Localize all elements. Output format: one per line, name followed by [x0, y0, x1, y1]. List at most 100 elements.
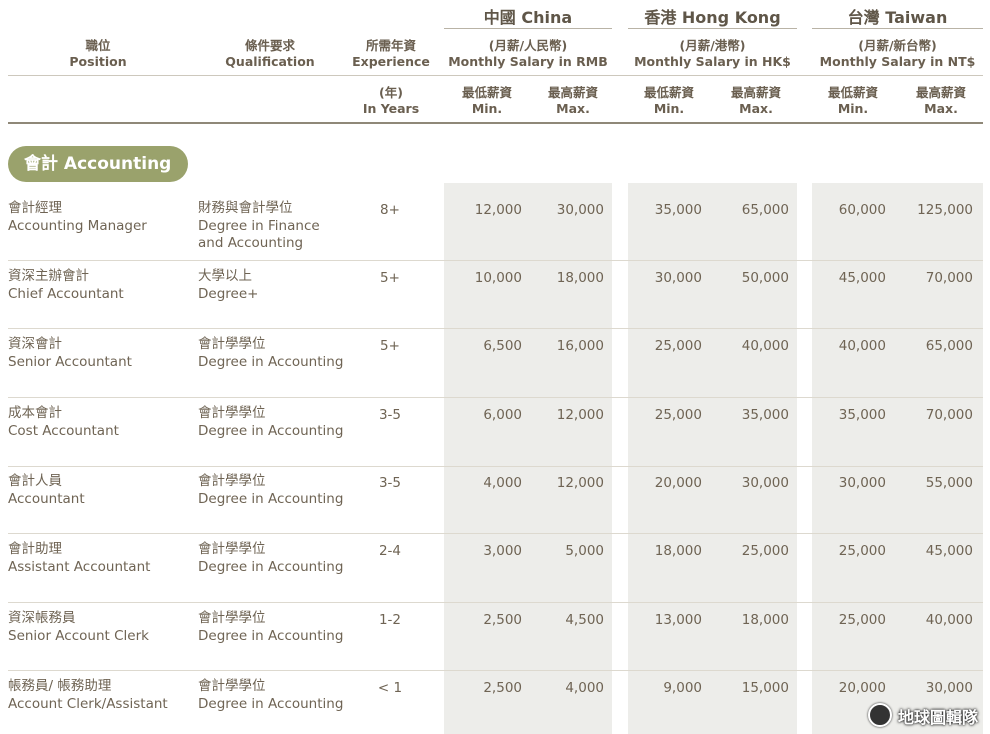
hongkong-column-band: [628, 183, 797, 734]
position-zh: 帳務員/ 帳務助理: [8, 678, 112, 694]
header-bottom-rule: [8, 122, 983, 124]
position-zh: 資深主辦會計: [8, 268, 89, 284]
max-label-en: Max.: [924, 101, 958, 116]
min-label-zh: 最低薪資: [827, 85, 878, 100]
experience-years: 2-4: [378, 543, 402, 559]
salary-cn-min: 2,500: [483, 612, 522, 628]
header-hongkong-salary: (月薪/港幣) Monthly Salary in HK$: [628, 38, 797, 70]
header-experience-zh: 所需年資: [365, 38, 416, 53]
position-en: Cost Accountant: [8, 423, 119, 439]
salary-cn-min: 6,500: [483, 338, 522, 354]
position-en: Senior Account Clerk: [8, 628, 149, 644]
row-separator: [8, 533, 983, 534]
qualification-zh: 會計學學位: [198, 336, 266, 352]
experience-years: 5+: [380, 338, 400, 354]
qualification-en: Degree in Finance and Accounting: [198, 218, 320, 251]
salary-hk-min: 30,000: [654, 270, 702, 286]
salary-hk-max: 35,000: [741, 407, 789, 423]
salary-cn-max: 5,000: [565, 543, 604, 559]
header-taiwan-min: 最低薪資 Min.: [818, 85, 888, 117]
row-separator: [8, 466, 983, 467]
header-qualification: 條件要求 Qualification: [210, 38, 330, 70]
experience-years: 5+: [380, 270, 400, 286]
salary-hk-max: 40,000: [741, 338, 789, 354]
position-zh: 資深帳務員: [8, 610, 76, 626]
salary-hk-max: 65,000: [741, 202, 789, 218]
salary-hk-max: 15,000: [741, 680, 789, 696]
qualification-en: Degree+: [198, 286, 259, 302]
salary-cn-max: 30,000: [556, 202, 604, 218]
qualification-en: Degree in Accounting: [198, 559, 344, 575]
salary-hk-min: 9,000: [663, 680, 702, 696]
qualification-zh: 大學以上: [198, 268, 252, 284]
header-china-salary-zh: (月薪/人民幣): [488, 38, 568, 53]
qualification-zh: 會計學學位: [198, 678, 266, 694]
min-label-en: Min.: [653, 101, 685, 116]
watermark-text: 地球圖輯隊: [897, 708, 978, 727]
region-china: 中國 China: [444, 4, 612, 29]
header-experience: 所需年資 Experience: [346, 38, 436, 70]
salary-tw-max: 125,000: [917, 202, 973, 218]
salary-hk-min: 13,000: [654, 612, 702, 628]
salary-tw-max: 70,000: [925, 270, 973, 286]
header-taiwan-salary-zh: (月薪/新台幣): [858, 38, 937, 53]
salary-tw-min: 60,000: [838, 202, 886, 218]
salary-cn-max: 4,000: [565, 680, 604, 696]
salary-hk-max: 25,000: [741, 543, 789, 559]
header-china-max: 最高薪資 Max.: [538, 85, 608, 117]
qualification-en: Degree in Accounting: [198, 423, 344, 439]
position-zh: 資深會計: [8, 336, 62, 352]
salary-tw-max: 55,000: [925, 475, 973, 491]
row-separator: [8, 397, 983, 398]
min-label-zh: 最低薪資: [461, 85, 512, 100]
salary-cn-min: 2,500: [483, 680, 522, 696]
position-en: Account Clerk/Assistant: [8, 696, 168, 712]
header-hongkong-salary-en: Monthly Salary in HK$: [634, 54, 791, 69]
header-position-zh: 職位: [85, 38, 111, 53]
qualification-en: Degree in Accounting: [198, 491, 344, 507]
salary-hk-max: 50,000: [741, 270, 789, 286]
max-label-zh: 最高薪資: [730, 85, 781, 100]
salary-tw-min: 45,000: [838, 270, 886, 286]
experience-years: < 1: [377, 680, 403, 696]
header-taiwan-salary-en: Monthly Salary in NT$: [819, 54, 976, 69]
salary-hk-min: 25,000: [654, 338, 702, 354]
row-separator: [8, 602, 983, 603]
salary-hk-max: 30,000: [741, 475, 789, 491]
qualification-en: Degree in Accounting: [198, 696, 344, 712]
qualification-zh: 財務與會計學位: [198, 200, 293, 216]
max-label-en: Max.: [739, 101, 773, 116]
section-badge-accounting: 會計 Accounting: [8, 146, 188, 182]
position-en: Senior Accountant: [8, 354, 132, 370]
qualification-en: Degree in Accounting: [198, 354, 344, 370]
salary-hk-min: 18,000: [654, 543, 702, 559]
header-hongkong-max: 最高薪資 Max.: [721, 85, 791, 117]
position-en: Accountant: [8, 491, 85, 507]
globe-icon: [867, 703, 892, 727]
position-en: Accounting Manager: [8, 218, 147, 234]
position-en: Chief Accountant: [8, 286, 124, 302]
header-china-salary-en: Monthly Salary in RMB: [448, 54, 608, 69]
salary-cn-max: 12,000: [556, 407, 604, 423]
row-separator: [8, 260, 983, 261]
salary-tw-min: 30,000: [838, 475, 886, 491]
position-zh: 會計人員: [8, 473, 62, 489]
salary-hk-min: 20,000: [654, 475, 702, 491]
salary-cn-max: 16,000: [556, 338, 604, 354]
salary-tw-min: 40,000: [838, 338, 886, 354]
min-label-en: Min.: [837, 101, 869, 116]
qualification-zh: 會計學學位: [198, 610, 266, 626]
salary-hk-max: 18,000: [741, 612, 789, 628]
salary-tw-min: 35,000: [838, 407, 886, 423]
taiwan-column-band: [812, 183, 983, 734]
header-years-zh: (年): [379, 85, 403, 100]
salary-cn-max: 12,000: [556, 475, 604, 491]
salary-hk-min: 35,000: [654, 202, 702, 218]
salary-cn-min: 12,000: [474, 202, 522, 218]
position-en: Assistant Accountant: [8, 559, 151, 575]
salary-cn-min: 3,000: [483, 543, 522, 559]
min-label-zh: 最低薪資: [643, 85, 694, 100]
salary-tw-max: 30,000: [925, 680, 973, 696]
qualification-zh: 會計學學位: [198, 405, 266, 421]
salary-cn-min: 6,000: [483, 407, 522, 423]
